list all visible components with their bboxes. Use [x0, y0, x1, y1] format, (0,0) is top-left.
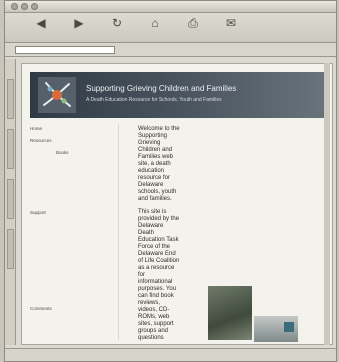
- main-text: Welcome to the Supporting Grieving Child…: [138, 126, 180, 344]
- minimize-window-icon[interactable]: [21, 3, 28, 10]
- browser-window: ◀ ▶ ↻ ⌂ ⎙ ✉ Supporting Grieving Children…: [4, 0, 337, 362]
- nav-item-support-5[interactable]: [28, 270, 116, 282]
- mail-button[interactable]: ✉: [219, 16, 243, 30]
- forward-arrow-icon: ▶: [74, 16, 84, 30]
- nav-item-comments[interactable]: Comments: [28, 306, 116, 318]
- nav-item-support-1[interactable]: [28, 222, 116, 234]
- mail-icon: ✉: [225, 16, 237, 30]
- photo-detail: [284, 322, 294, 332]
- nav-item-support-6[interactable]: [28, 282, 116, 294]
- nav-item-support[interactable]: Support: [28, 210, 116, 222]
- side-tab-search[interactable]: [7, 179, 14, 219]
- forward-button[interactable]: ▶: [67, 16, 91, 30]
- nav-item-support-2[interactable]: [28, 234, 116, 246]
- scrollbar[interactable]: [324, 63, 330, 345]
- site-logo: [38, 77, 76, 113]
- nav-item-books[interactable]: Books: [28, 150, 116, 162]
- side-tab-favorites[interactable]: [7, 79, 14, 119]
- page-content: Supporting Grieving Children and Familie…: [21, 63, 333, 345]
- nav-divider: [118, 124, 119, 340]
- child-photo: [208, 286, 252, 340]
- site-heading: Supporting Grieving Children and Familie…: [86, 84, 237, 93]
- intro-paragraph: Welcome to the Supporting Grieving Child…: [138, 126, 180, 202]
- side-tab-scrapbook[interactable]: [7, 229, 14, 269]
- nav-item-support-4[interactable]: [28, 258, 116, 270]
- home-icon: ⌂: [151, 16, 159, 30]
- zoom-window-icon[interactable]: [31, 3, 38, 10]
- close-window-icon[interactable]: [11, 3, 18, 10]
- nav-item-support-3[interactable]: [28, 246, 116, 258]
- nav-item-support-7[interactable]: [28, 294, 116, 306]
- side-tabs: [5, 59, 16, 345]
- nav-item-resource-5[interactable]: [28, 198, 116, 210]
- nav-item-resources[interactable]: Resources: [28, 138, 116, 150]
- nav-item-resource-4[interactable]: [28, 186, 116, 198]
- reload-button[interactable]: ↻: [105, 16, 129, 30]
- site-navigation: Home Resources Books Support Comments: [28, 126, 116, 318]
- url-input[interactable]: [15, 45, 115, 54]
- title-bar[interactable]: [5, 1, 336, 13]
- nav-item-resource-2[interactable]: [28, 162, 116, 174]
- reload-icon: ↻: [111, 16, 123, 30]
- provided-by-paragraph: This site is provided by the Delaware De…: [138, 209, 180, 341]
- family-photo: [254, 316, 298, 342]
- side-tab-history[interactable]: [7, 129, 14, 169]
- back-button[interactable]: ◀: [29, 16, 53, 30]
- nav-item-resource-3[interactable]: [28, 174, 116, 186]
- site-banner: Supporting Grieving Children and Familie…: [30, 72, 326, 118]
- print-icon: ⎙: [188, 16, 198, 30]
- print-button[interactable]: ⎙: [181, 16, 205, 30]
- back-arrow-icon: ◀: [36, 16, 46, 30]
- home-button[interactable]: ⌂: [143, 16, 167, 30]
- address-bar: [5, 43, 336, 57]
- site-subheading: A Death Education Resource for Schools, …: [86, 97, 222, 103]
- nav-item-home[interactable]: Home: [28, 126, 116, 138]
- browser-toolbar: ◀ ▶ ↻ ⌂ ⎙ ✉: [5, 13, 336, 43]
- status-bar: [5, 348, 336, 361]
- window-controls: [11, 3, 38, 10]
